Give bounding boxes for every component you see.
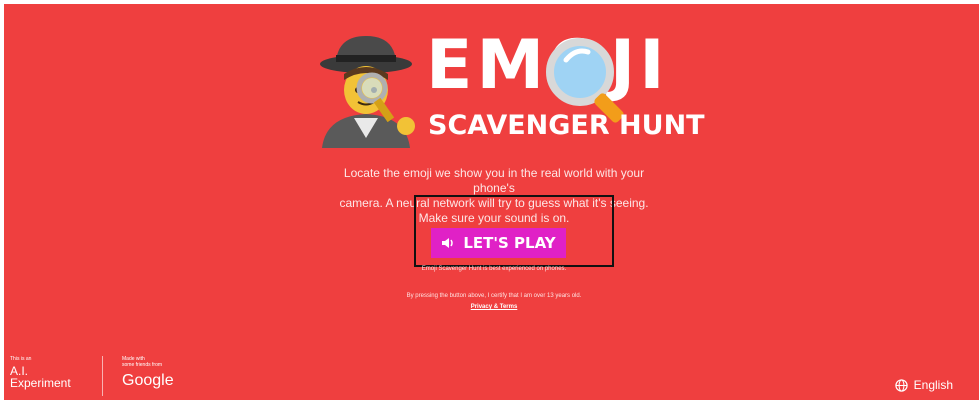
lets-play-label: LET'S PLAY	[463, 234, 556, 252]
logo-subtitle: SCAVENGER HUNT	[428, 110, 705, 141]
language-label: English	[913, 378, 953, 392]
emoji-scavenger-hunt-logo: EMOJI SCAVENGER HUNT	[314, 30, 705, 150]
globe-icon	[894, 378, 908, 392]
made-with-google-badge[interactable]: Made with some friends from Google	[122, 356, 174, 390]
google-small-2: some friends from	[122, 362, 163, 368]
page-background: EMOJI SCAVENGER HUNT Locate the emoji we…	[4, 4, 979, 400]
detective-icon	[320, 36, 415, 148]
footer-divider	[102, 356, 103, 396]
ai-experiment-badge[interactable]: This is an A.I. Experiment	[10, 356, 71, 389]
privacy-terms-link[interactable]: Privacy & Terms	[444, 304, 544, 310]
google-brand: Google	[122, 372, 174, 389]
ai-experiment-small: This is an	[10, 356, 32, 362]
description-line-1: Locate the emoji we show you in the real…	[343, 166, 645, 195]
speaker-icon	[442, 238, 454, 248]
best-on-phones-note: Emoji Scavenger Hunt is best experienced…	[421, 266, 567, 272]
age-certify-note: By pressing the button above, I certify …	[406, 293, 582, 299]
ai-experiment-line-2: Experiment	[10, 376, 71, 390]
lets-play-button[interactable]: LET'S PLAY	[431, 228, 566, 258]
language-selector[interactable]: English	[894, 378, 953, 392]
